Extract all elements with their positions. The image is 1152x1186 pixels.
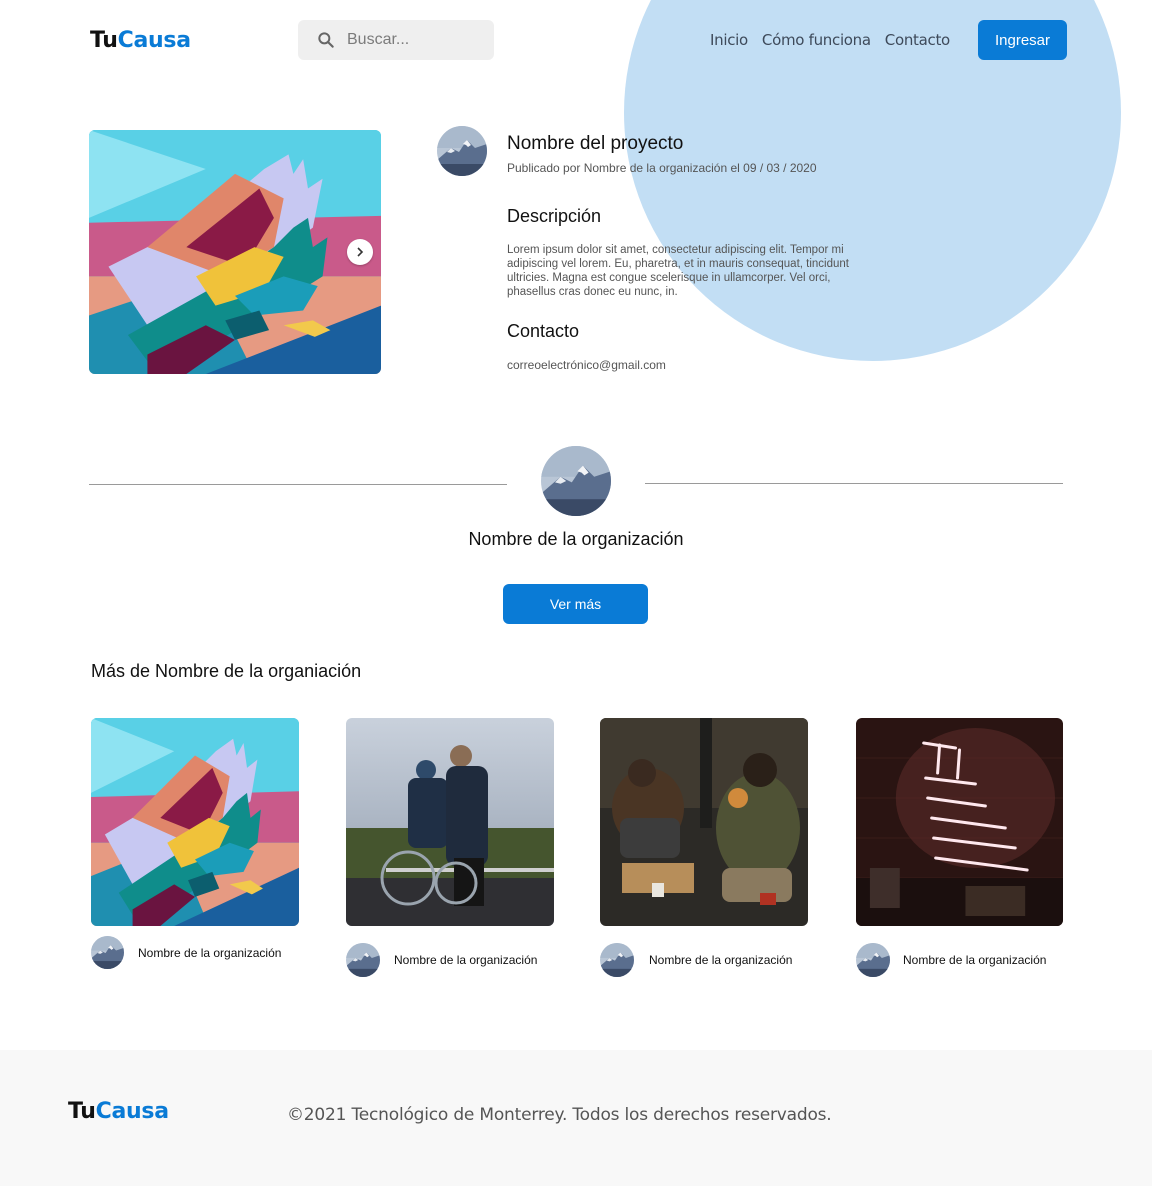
main-nav: Inicio Cómo funciona Contacto <box>710 31 964 49</box>
card-org-name[interactable]: Nombre de la organización <box>903 953 1046 967</box>
nav-contacto[interactable]: Contacto <box>885 31 950 49</box>
nav-como-funciona[interactable]: Cómo funciona <box>762 31 871 49</box>
project-card-image[interactable] <box>856 718 1063 926</box>
neon-sign-photo <box>856 718 1063 926</box>
organization-avatar[interactable] <box>437 126 487 176</box>
painted-hands-image <box>91 718 299 926</box>
mountain-avatar-image <box>600 943 634 977</box>
search-icon <box>318 32 334 48</box>
card-org-name[interactable]: Nombre de la organización <box>394 953 537 967</box>
copyright-text: ©2021 Tecnológico de Monterrey. Todos lo… <box>287 1105 832 1125</box>
search-box[interactable] <box>298 20 494 60</box>
card-org-avatar[interactable] <box>346 943 380 977</box>
divider-right <box>645 483 1063 484</box>
card-org-avatar[interactable] <box>600 943 634 977</box>
homeless-sign-photo <box>600 718 808 926</box>
mountain-avatar-image <box>346 943 380 977</box>
see-more-button[interactable]: Ver más <box>503 584 648 624</box>
logo-part-causa: Causa <box>117 28 191 53</box>
logo[interactable]: TuCausa <box>90 28 191 53</box>
nav-inicio[interactable]: Inicio <box>710 31 748 49</box>
project-description: Lorem ipsum dolor sit amet, consectetur … <box>507 244 849 298</box>
project-title: Nombre del proyecto <box>507 133 684 154</box>
mountain-avatar-image <box>437 126 487 176</box>
painted-hands-image <box>89 130 381 374</box>
logo-part-tu: Tu <box>90 28 118 53</box>
footer: TuCausa ©2021 Tecnológico de Monterrey. … <box>0 1050 1152 1186</box>
project-card-image[interactable] <box>346 718 554 926</box>
description-heading: Descripción <box>507 206 602 226</box>
card-org-avatar[interactable] <box>856 943 890 977</box>
organization-large-avatar[interactable] <box>541 446 611 516</box>
footer-logo[interactable]: TuCausa <box>68 1099 169 1124</box>
mountain-avatar-image <box>856 943 890 977</box>
divider-left <box>89 484 507 485</box>
mountain-avatar-image <box>541 446 611 516</box>
logo-part-tu: Tu <box>68 1099 96 1124</box>
project-card-image[interactable] <box>91 718 299 926</box>
contact-email: correoelectrónico@gmail.com <box>507 358 666 372</box>
project-meta: Publicado por Nombre de la organización … <box>507 161 817 175</box>
login-button[interactable]: Ingresar <box>978 20 1067 60</box>
chevron-right-icon <box>357 247 364 257</box>
mountain-avatar-image <box>91 936 124 969</box>
project-image <box>89 130 381 374</box>
project-card-image[interactable] <box>600 718 808 926</box>
card-org-avatar[interactable] <box>91 936 124 969</box>
wheelchair-photo <box>346 718 554 926</box>
contact-heading: Contacto <box>507 321 580 341</box>
logo-part-causa: Causa <box>95 1099 169 1124</box>
organization-name: Nombre de la organización <box>468 529 684 549</box>
search-input[interactable] <box>347 31 477 49</box>
more-section-title: Más de Nombre de la organiación <box>91 661 362 681</box>
card-org-name[interactable]: Nombre de la organización <box>138 946 281 960</box>
carousel-next-button[interactable] <box>347 239 373 265</box>
top-header: TuCausa Inicio Cómo funciona Contacto In… <box>0 0 1152 80</box>
card-org-name[interactable]: Nombre de la organización <box>649 953 792 967</box>
